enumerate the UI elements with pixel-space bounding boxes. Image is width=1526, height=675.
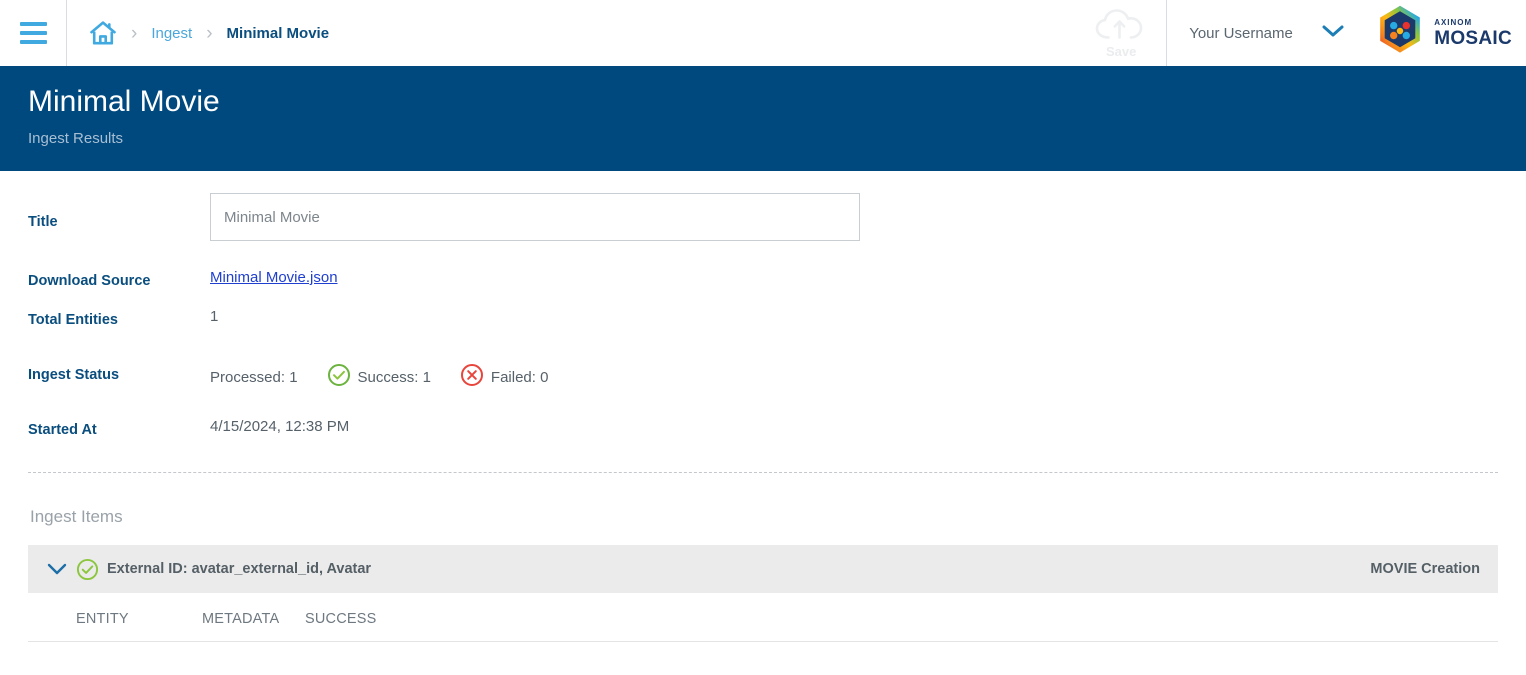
home-icon[interactable] <box>89 20 117 46</box>
main-content: Title Download Source Minimal Movie.json… <box>0 171 1526 642</box>
field-row-started-at: Started At 4/15/2024, 12:38 PM <box>28 418 1498 458</box>
status-failed: Failed: 0 <box>460 363 549 391</box>
ingest-item-tabs: ENTITY METADATA SUCCESS <box>28 593 1498 642</box>
ingest-status-value: Processed: 1 Success: 1 Failed: 0 <box>210 363 1498 391</box>
title-input[interactable] <box>210 193 860 241</box>
status-success: Success: 1 <box>327 363 431 391</box>
save-button[interactable]: Save <box>1084 7 1158 59</box>
breadcrumb-item-current: Minimal Movie <box>226 24 330 42</box>
brand-name-label: MOSAIC <box>1434 27 1512 49</box>
save-button-label: Save <box>1106 44 1137 59</box>
user-menu[interactable]: Your Username <box>1167 0 1363 66</box>
field-row-title: Title <box>28 193 1498 269</box>
started-at-value: 4/15/2024, 12:38 PM <box>210 418 350 435</box>
field-row-total-entities: Total Entities 1 <box>28 308 1498 363</box>
hamburger-bar <box>19 31 47 35</box>
brand-text: AXINOM MOSAIC <box>1434 17 1512 49</box>
page-subtitle: Ingest Results <box>28 130 124 147</box>
check-circle-icon <box>327 363 351 391</box>
page-banner: Minimal Movie Ingest Results <box>0 66 1526 171</box>
hamburger-bar <box>19 22 47 26</box>
hamburger-menu-icon[interactable] <box>0 0 66 66</box>
chevron-down-icon[interactable] <box>42 562 72 576</box>
status-processed: Processed: 1 <box>210 369 298 386</box>
status-line: Processed: 1 Success: 1 Failed: 0 <box>210 363 1498 391</box>
brand-logo: AXINOM MOSAIC <box>1363 4 1526 63</box>
breadcrumb: › Ingest › Minimal Movie <box>67 20 1084 46</box>
check-circle-icon <box>76 558 99 581</box>
field-row-ingest-status: Ingest Status Processed: 1 Success: 1 Fa… <box>28 363 1498 418</box>
download-source-value: Minimal Movie.json <box>210 269 1498 286</box>
ingest-status-label: Ingest Status <box>28 367 120 383</box>
total-entities-label: Total Entities <box>28 312 118 328</box>
status-failed-label: Failed: 0 <box>490 368 549 386</box>
status-processed-label: Processed: 1 <box>210 368 298 386</box>
chevron-down-icon[interactable] <box>1321 24 1345 43</box>
download-source-label: Download Source <box>28 273 151 289</box>
started-at-label: Started At <box>28 422 97 438</box>
user-name-label: Your Username <box>1189 24 1293 42</box>
mosaic-hexagon-logo <box>1373 4 1427 63</box>
field-row-download-source: Download Source Minimal Movie.json <box>28 269 1498 308</box>
cloud-upload-icon <box>1092 7 1150 48</box>
hamburger-bar <box>19 40 47 44</box>
breadcrumb-separator: › <box>131 22 138 44</box>
details-form: Title Download Source Minimal Movie.json… <box>28 171 1498 458</box>
total-entities-value: 1 <box>210 308 219 325</box>
ingest-item-label: External ID: avatar_external_id, Avatar <box>107 561 372 577</box>
ingest-item-row[interactable]: External ID: avatar_external_id, Avatar … <box>28 545 1498 593</box>
page-title: Minimal Movie <box>28 85 220 118</box>
brand-sup-label: AXINOM <box>1434 17 1473 27</box>
title-field-value <box>210 193 1498 241</box>
ingest-items-title: Ingest Items <box>30 507 123 526</box>
top-bar: › Ingest › Minimal Movie Save Your Usern… <box>0 0 1526 66</box>
tab-success[interactable]: SUCCESS <box>305 611 377 627</box>
status-success-label: Success: 1 <box>357 368 431 386</box>
breadcrumb-separator: › <box>206 22 213 44</box>
download-source-link[interactable]: Minimal Movie.json <box>210 269 338 286</box>
tab-entity[interactable]: ENTITY <box>76 611 202 627</box>
tab-metadata[interactable]: METADATA <box>202 611 305 627</box>
ingest-item-type: MOVIE Creation <box>1370 561 1480 577</box>
x-circle-icon <box>460 363 484 391</box>
breadcrumb-item-ingest[interactable]: Ingest <box>151 25 192 42</box>
title-field-label: Title <box>28 214 58 230</box>
